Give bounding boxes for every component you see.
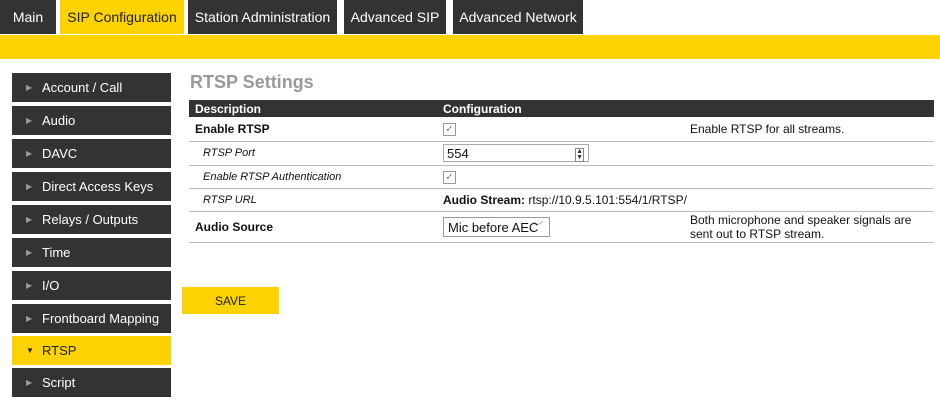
caret-right-icon: ▶	[26, 116, 33, 125]
sidebar-item-i-o[interactable]: ▶ I/O	[12, 271, 171, 300]
audio-stream-label: Audio Stream:	[443, 192, 526, 207]
rtsp-port-label: RTSP Port	[189, 141, 437, 166]
rtsp-port-value: 554	[447, 146, 469, 161]
sidebar-item-direct-access-keys[interactable]: ▶ Direct Access Keys	[12, 172, 171, 201]
sidebar-item-davc[interactable]: ▶ DAVC	[12, 139, 171, 168]
caret-right-icon: ▶	[26, 215, 33, 224]
tab-advanced-network[interactable]: Advanced Network	[453, 0, 583, 34]
sidebar-item-label: I/O	[42, 278, 60, 293]
caret-right-icon: ▶	[26, 378, 33, 387]
sidebar-item-label: Script	[42, 375, 76, 390]
header-configuration: Configuration	[437, 100, 684, 117]
sidebar-item-label: RTSP	[42, 343, 77, 358]
rtsp-url-value: rtsp://10.9.5.101:554/1/RTSP/	[528, 192, 687, 207]
rtsp-auth-checkbox[interactable]: ✓	[443, 171, 456, 184]
sidebar-item-frontboard-mapping[interactable]: ▶ Frontboard Mapping	[12, 304, 171, 333]
sidebar-item-label: Time	[42, 245, 71, 260]
enable-rtsp-label: Enable RTSP	[189, 117, 437, 142]
sidebar-item-label: Frontboard Mapping	[42, 311, 160, 326]
sidebar-item-label: DAVC	[42, 146, 78, 161]
sidebar-item-label: Account / Call	[42, 80, 123, 95]
tab-sip-configuration[interactable]: SIP Configuration	[60, 0, 184, 34]
audio-source-label: Audio Source	[189, 211, 437, 243]
caret-right-icon: ▶	[26, 149, 33, 158]
tab-advanced-sip[interactable]: Advanced SIP	[344, 0, 446, 34]
audio-source-select[interactable]: Mic before AEC ﹀	[443, 216, 550, 237]
caret-right-icon: ▶	[26, 182, 33, 191]
page-title: RTSP Settings	[190, 72, 314, 92]
sidebar-item-label: Audio	[42, 113, 76, 128]
caret-right-icon: ▶	[26, 281, 33, 290]
audio-source-help: Both microphone and speaker signals are …	[684, 211, 934, 243]
rtsp-auth-label: Enable RTSP Authentication	[189, 165, 437, 189]
caret-right-icon: ▶	[26, 314, 33, 323]
sidebar-item-label: Relays / Outputs	[42, 212, 139, 227]
save-button[interactable]: SAVE	[182, 287, 279, 314]
audio-source-value: Mic before AEC	[448, 219, 539, 235]
sidebar-item-rtsp[interactable]: ▼ RTSP	[12, 336, 171, 365]
sidebar-item-account-call[interactable]: ▶ Account / Call	[12, 73, 171, 102]
header-bar	[0, 35, 940, 59]
caret-right-icon: ▶	[26, 248, 33, 257]
sidebar-item-time[interactable]: ▶ Time	[12, 238, 171, 267]
chevron-down-icon: ﹀	[533, 221, 543, 233]
rtsp-settings-table: Description Configuration Enable RTSP ✓ Ena…	[189, 100, 934, 243]
enable-rtsp-help: Enable RTSP for all streams.	[684, 117, 934, 142]
rtsp-port-input[interactable]: 554 ▲ ▼	[443, 144, 589, 162]
sidebar-item-relays-outputs[interactable]: ▶ Relays / Outputs	[12, 205, 171, 234]
sidebar-item-script[interactable]: ▶ Script	[12, 368, 171, 397]
sidebar-item-audio[interactable]: ▶ Audio	[12, 106, 171, 135]
enable-rtsp-checkbox[interactable]: ✓	[443, 123, 456, 137]
rtsp-url-label: RTSP URL	[189, 188, 437, 212]
caret-down-icon: ▼	[26, 346, 34, 355]
tab-station-administration[interactable]: Station Administration	[188, 0, 337, 34]
spinner-icon[interactable]: ▲ ▼	[575, 148, 584, 162]
caret-right-icon: ▶	[26, 83, 33, 92]
tab-main[interactable]: Main	[0, 0, 56, 34]
header-description: Description	[189, 100, 437, 117]
sidebar-item-label: Direct Access Keys	[42, 179, 154, 194]
